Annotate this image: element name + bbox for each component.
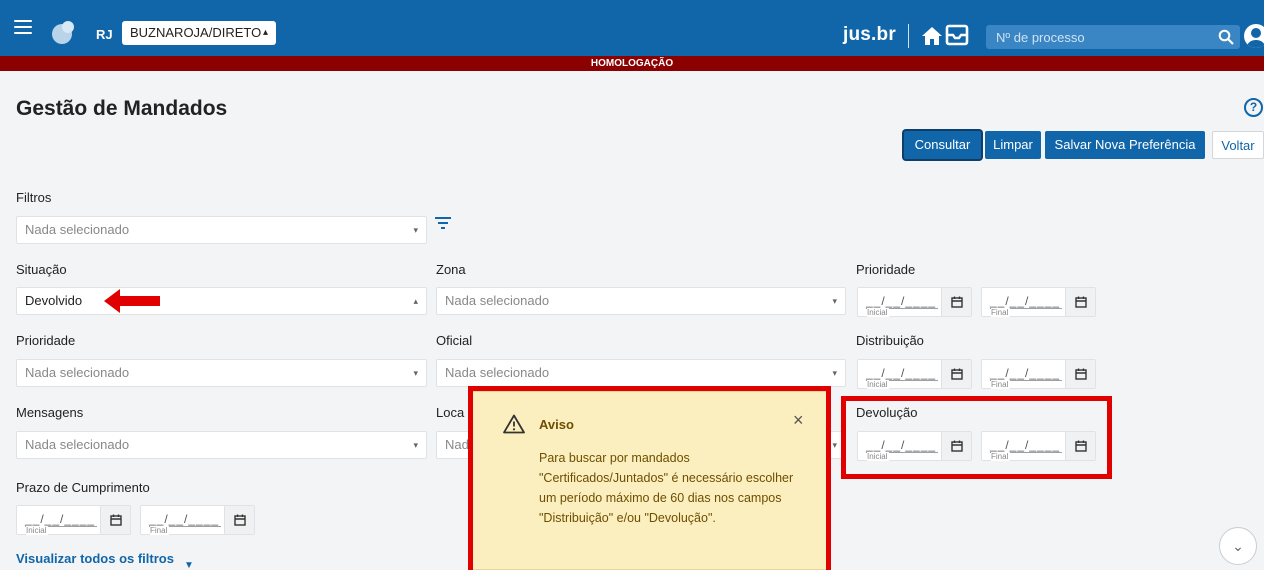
salvar-preferencia-button[interactable]: Salvar Nova Preferência (1045, 131, 1205, 159)
situacao-label: Situação (16, 262, 67, 277)
filtros-placeholder: Nada selecionado (25, 222, 130, 237)
distribuicao-label: Distribuição (856, 333, 924, 348)
chevron-down-icon: ▾ (413, 225, 418, 235)
calendar-button[interactable] (100, 506, 130, 534)
app-logo-icon[interactable] (52, 21, 74, 44)
chevron-down-icon: ▾ (832, 368, 837, 378)
prazo-label: Prazo de Cumprimento (16, 480, 150, 495)
inicial-label: Inicial (867, 380, 890, 389)
chevron-down-icon: ⌄ (1232, 538, 1244, 554)
localizacao-label: Loca (436, 405, 465, 420)
date-mask: __/__/____ (990, 294, 1061, 308)
calendar-button[interactable] (1065, 288, 1095, 316)
divider (908, 24, 909, 48)
prioridade-date-label: Prioridade (856, 262, 916, 277)
search-icon[interactable] (1218, 29, 1234, 45)
calendar-button[interactable] (1065, 360, 1095, 388)
calendar-icon (110, 514, 122, 526)
filtros-select[interactable]: Nada selecionado ▾ (16, 216, 427, 244)
prioridade-placeholder: Nada selecionado (25, 365, 130, 380)
prazo-inicial-date[interactable]: __/__/____ Inicial (16, 505, 131, 535)
uf-label: RJ (96, 27, 113, 42)
chevron-down-icon: ▾ (413, 368, 418, 378)
oficial-select[interactable]: Nada selecionado ▾ (436, 359, 846, 387)
oficial-label: Oficial (436, 333, 473, 348)
date-mask: __/__/____ (866, 294, 937, 308)
process-search-input[interactable] (986, 25, 1240, 49)
prioridade-inicial-date[interactable]: __/__/____ Inicial (857, 287, 972, 317)
org-select[interactable]: BUZNAROJA/DIRETO ▴ (122, 21, 276, 45)
calendar-button[interactable] (941, 288, 971, 316)
prioridade-select[interactable]: Nada selecionado ▾ (16, 359, 427, 387)
situacao-select[interactable]: Devolvido ▴ (16, 287, 427, 315)
help-icon[interactable]: ? (1244, 98, 1263, 117)
process-search (986, 25, 1240, 49)
chevron-up-icon: ▴ (413, 296, 418, 306)
org-select-value: BUZNAROJA/DIRETO (130, 25, 262, 40)
voltar-button[interactable]: Voltar (1212, 131, 1264, 159)
chevron-down-icon: ▾ (832, 296, 837, 306)
calendar-button[interactable] (224, 506, 254, 534)
inicial-label: Inicial (26, 526, 49, 535)
mensagens-select[interactable]: Nada selecionado ▾ (16, 431, 427, 459)
calendar-button[interactable] (941, 360, 971, 388)
zona-select[interactable]: Nada selecionado ▾ (436, 287, 846, 315)
ver-todos-filtros-link[interactable]: Visualizar todos os filtros (16, 551, 174, 566)
menu-icon[interactable] (14, 20, 32, 34)
chevron-down-icon: ▾ (413, 440, 418, 450)
final-label: Final (150, 526, 170, 535)
limpar-button[interactable]: Limpar (985, 131, 1041, 159)
brand-logo[interactable]: jus.br (843, 24, 896, 46)
inbox-icon[interactable] (945, 24, 969, 46)
mensagens-label: Mensagens (16, 405, 84, 420)
localizacao-placeholder: Nad (445, 437, 469, 452)
zona-label: Zona (436, 262, 466, 277)
annotation-highlight-box (468, 386, 831, 570)
mensagens-placeholder: Nada selecionado (25, 437, 130, 452)
date-mask: __/__/____ (149, 512, 220, 526)
calendar-icon (951, 296, 963, 308)
date-mask: __/__/____ (866, 366, 937, 380)
calendar-icon (1075, 368, 1087, 380)
filtros-label: Filtros (16, 190, 52, 205)
annotation-highlight-box (841, 396, 1112, 479)
page-title: Gestão de Mandados (16, 97, 228, 120)
date-mask: __/__/____ (990, 366, 1061, 380)
situacao-value: Devolvido (25, 293, 83, 308)
zona-placeholder: Nada selecionado (445, 293, 550, 308)
chevron-down-icon[interactable]: ▼ (184, 560, 194, 570)
calendar-icon (234, 514, 246, 526)
distribuicao-inicial-date[interactable]: __/__/____ Inicial (857, 359, 972, 389)
prazo-final-date[interactable]: __/__/____ Final (140, 505, 255, 535)
annotation-arrow-icon (104, 289, 160, 313)
scroll-down-button[interactable]: ⌄ (1219, 527, 1257, 565)
user-avatar-icon[interactable] (1244, 24, 1264, 48)
final-label: Final (991, 380, 1011, 389)
environment-banner: HOMOLOGAÇÃO (0, 56, 1264, 71)
home-icon[interactable] (921, 25, 943, 47)
prioridade-final-date[interactable]: __/__/____ Final (981, 287, 1096, 317)
select-caret-icon: ▴ (262, 27, 268, 38)
filter-icon[interactable] (435, 217, 451, 229)
final-label: Final (991, 308, 1011, 317)
oficial-placeholder: Nada selecionado (445, 365, 550, 380)
calendar-icon (951, 368, 963, 380)
top-bar: RJ BUZNAROJA/DIRETO ▴ jus.br (0, 0, 1264, 56)
chevron-down-icon: ▾ (832, 440, 837, 450)
calendar-icon (1075, 296, 1087, 308)
distribuicao-final-date[interactable]: __/__/____ Final (981, 359, 1096, 389)
consultar-button[interactable]: Consultar (904, 131, 981, 159)
date-mask: __/__/____ (25, 512, 96, 526)
inicial-label: Inicial (867, 308, 890, 317)
prioridade-label: Prioridade (16, 333, 76, 348)
